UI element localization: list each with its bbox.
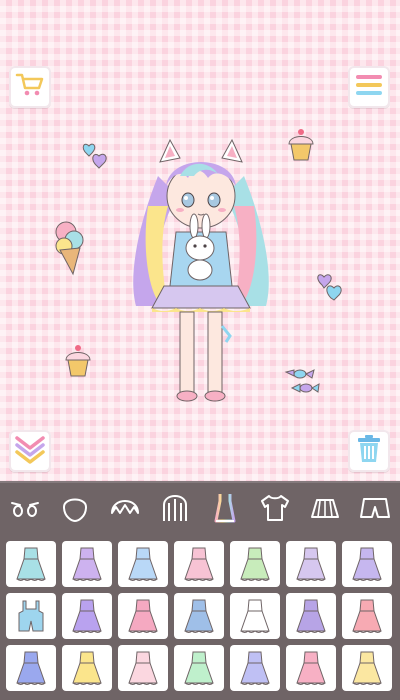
dress-icon bbox=[184, 651, 214, 685]
tab-dress[interactable] bbox=[205, 490, 245, 530]
trash-button[interactable] bbox=[348, 430, 390, 472]
cupcake-sticker-2[interactable] bbox=[64, 344, 92, 383]
dress-icon bbox=[16, 651, 46, 685]
wardrobe-item[interactable] bbox=[286, 593, 336, 639]
overalls-icon bbox=[18, 600, 44, 632]
wardrobe-item[interactable] bbox=[6, 541, 56, 587]
menu-button[interactable] bbox=[348, 66, 390, 108]
wardrobe-item[interactable] bbox=[118, 541, 168, 587]
wardrobe-item[interactable] bbox=[286, 541, 336, 587]
wardrobe-item[interactable] bbox=[230, 645, 280, 691]
dress-icon bbox=[352, 651, 382, 685]
dress-icon bbox=[72, 599, 102, 633]
eyes-icon bbox=[8, 491, 42, 530]
dress-icon bbox=[72, 651, 102, 685]
shorts-icon bbox=[358, 491, 392, 530]
chevron-down-icon bbox=[14, 434, 46, 469]
bangs-icon bbox=[108, 491, 142, 530]
menu-icon bbox=[354, 73, 384, 102]
dress-icon bbox=[184, 599, 214, 633]
face-icon bbox=[58, 491, 92, 530]
dress-icon bbox=[352, 547, 382, 581]
wardrobe-item[interactable] bbox=[6, 593, 56, 639]
dress-icon bbox=[208, 491, 242, 530]
wardrobe-item[interactable] bbox=[6, 645, 56, 691]
wardrobe-item[interactable] bbox=[118, 645, 168, 691]
wardrobe-item[interactable] bbox=[286, 645, 336, 691]
tab-bangs[interactable] bbox=[105, 490, 145, 530]
hair-icon bbox=[158, 491, 192, 530]
shirt-icon bbox=[258, 491, 292, 530]
wardrobe-item[interactable] bbox=[342, 593, 392, 639]
wardrobe-item[interactable] bbox=[342, 645, 392, 691]
collapse-button[interactable] bbox=[9, 430, 51, 472]
dress-icon bbox=[296, 651, 326, 685]
tab-hair[interactable] bbox=[155, 490, 195, 530]
shopping-cart-icon bbox=[15, 72, 45, 103]
tab-skirt[interactable] bbox=[305, 490, 345, 530]
dress-icon bbox=[184, 547, 214, 581]
tab-shorts[interactable] bbox=[355, 490, 395, 530]
dress-icon bbox=[128, 651, 158, 685]
dress-icon bbox=[296, 547, 326, 581]
dress-icon bbox=[296, 599, 326, 633]
character-doll[interactable] bbox=[118, 136, 284, 411]
tab-eyes[interactable] bbox=[5, 490, 45, 530]
wardrobe-item[interactable] bbox=[230, 593, 280, 639]
skirt-icon bbox=[308, 491, 342, 530]
wardrobe-item[interactable] bbox=[230, 541, 280, 587]
shop-button[interactable] bbox=[9, 66, 51, 108]
tab-shirt[interactable] bbox=[255, 490, 295, 530]
wardrobe-item[interactable] bbox=[174, 593, 224, 639]
hearts-sticker[interactable] bbox=[78, 142, 112, 177]
wardrobe-item[interactable] bbox=[174, 645, 224, 691]
wardrobe-item[interactable] bbox=[174, 541, 224, 587]
dress-icon bbox=[240, 547, 270, 581]
wardrobe-panel bbox=[0, 537, 400, 700]
candy-sticker[interactable] bbox=[282, 368, 320, 399]
wardrobe-item[interactable] bbox=[62, 645, 112, 691]
wardrobe-item[interactable] bbox=[62, 593, 112, 639]
wardrobe-grid bbox=[6, 541, 396, 691]
cupcake-sticker[interactable] bbox=[287, 128, 315, 167]
dress-icon bbox=[128, 547, 158, 581]
hearts-sticker-2[interactable] bbox=[312, 272, 346, 309]
dress-up-stage bbox=[0, 0, 400, 480]
dress-icon bbox=[16, 547, 46, 581]
dress-icon bbox=[128, 599, 158, 633]
tab-face[interactable] bbox=[55, 490, 95, 530]
category-toolbar bbox=[0, 481, 400, 539]
dress-icon bbox=[352, 599, 382, 633]
dress-icon bbox=[240, 599, 270, 633]
ice-cream-sticker[interactable] bbox=[54, 218, 86, 281]
trash-icon bbox=[356, 434, 382, 469]
wardrobe-item[interactable] bbox=[118, 593, 168, 639]
dress-icon bbox=[72, 547, 102, 581]
wardrobe-item[interactable] bbox=[342, 541, 392, 587]
wardrobe-item[interactable] bbox=[62, 541, 112, 587]
dress-icon bbox=[240, 651, 270, 685]
